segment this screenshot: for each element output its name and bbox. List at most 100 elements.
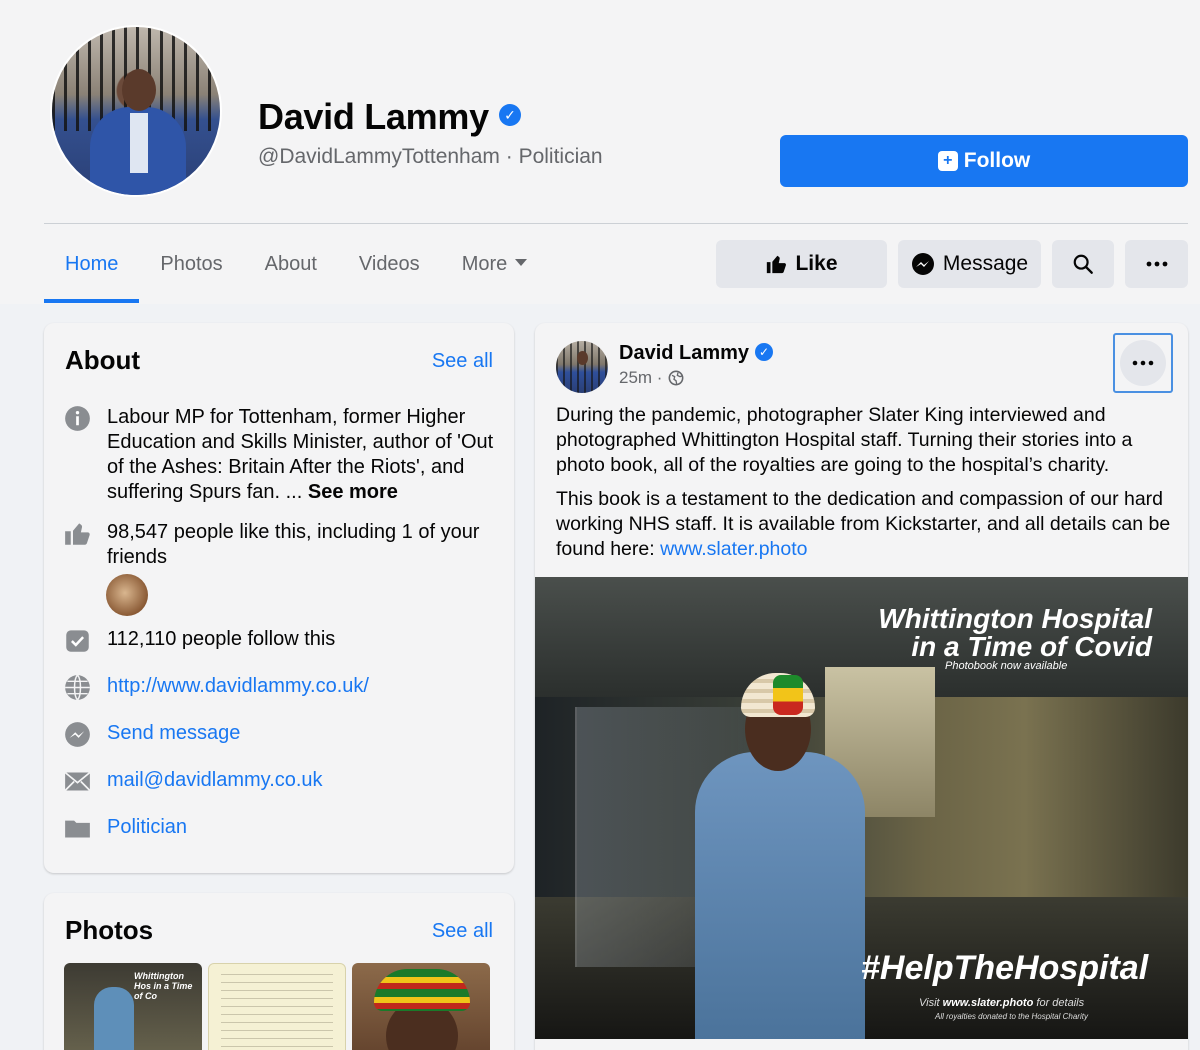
tab-photos[interactable]: Photos (139, 240, 243, 303)
about-intro-text: Labour MP for Tottenham, former Higher E… (107, 406, 494, 503)
post-author-avatar[interactable] (556, 341, 608, 393)
about-follows-text: 112,110 people follow this (107, 628, 336, 650)
avatar-head (577, 351, 588, 365)
image-subtitle: Photobook now available (945, 660, 1068, 672)
photo-thumbnail[interactable] (352, 963, 490, 1050)
photo-thumbnail[interactable] (208, 963, 346, 1050)
about-intro: Labour MP for Tottenham, former Higher E… (107, 405, 504, 505)
like-button[interactable]: Like (716, 240, 887, 288)
about-see-all-link[interactable]: See all (432, 350, 493, 373)
post-external-link[interactable]: www.slater.photo (660, 538, 807, 560)
about-likes-text: 98,547 people like this, including 1 of … (107, 521, 480, 568)
photo-hat (374, 969, 470, 1011)
hat-stripes (773, 675, 803, 715)
friend-avatar[interactable] (106, 574, 148, 616)
photo-thumbnail[interactable]: Whittington Hos in a Time of Co (64, 963, 202, 1050)
follow-plus-icon: + (937, 151, 958, 171)
search-button[interactable] (1052, 240, 1114, 288)
post-paragraph-2-text: This book is a testament to the dedicati… (556, 488, 1171, 560)
image-title-line-1: Whittington Hospital (878, 603, 1152, 634)
messenger-icon (911, 253, 934, 275)
tab-more[interactable]: More (441, 240, 549, 303)
category-link[interactable]: Politician (107, 815, 504, 842)
about-website-row: http://www.davidlammy.co.uk/ (64, 674, 504, 701)
follow-label: Follow (963, 149, 1031, 172)
tab-more-label: More (461, 253, 508, 275)
post-time[interactable]: 25m · (619, 368, 662, 388)
category-folder-icon (64, 815, 91, 842)
about-category-row: Politician (64, 815, 504, 842)
avatar-railing (556, 341, 608, 393)
person-scrubs (695, 752, 865, 1039)
post-options-circle (1120, 340, 1166, 386)
image-title: Whittington Hospital in a Time of Covid (878, 605, 1152, 661)
envelope-icon (64, 768, 91, 795)
verified-badge-icon: ✓ (755, 342, 774, 361)
tab-home[interactable]: Home (44, 240, 140, 303)
tab-about[interactable]: About (244, 240, 338, 303)
tab-videos-label: Videos (358, 253, 420, 275)
globe-icon (64, 674, 91, 701)
caret-down-icon (515, 259, 528, 267)
shirt (130, 113, 148, 173)
about-likes-row: 98,547 people like this, including 1 of … (64, 520, 504, 570)
email-link[interactable]: mail@davidlammy.co.uk (107, 768, 504, 795)
photos-title: Photos (65, 915, 154, 945)
ellipsis-icon (1132, 360, 1154, 366)
like-label: Like (795, 252, 838, 275)
follow-button[interactable]: + Follow (780, 135, 1188, 187)
page-tabs: Home Photos About Videos More (44, 240, 548, 303)
message-label: Message (942, 252, 1029, 275)
about-intro-row: Labour MP for Tottenham, former Higher E… (64, 405, 504, 505)
image-visit-pre: Visit (919, 997, 940, 1009)
tab-home-label: Home (65, 253, 119, 275)
post-paragraph-1: During the pandemic, photographer Slater… (556, 404, 1133, 476)
about-title: About (65, 345, 141, 375)
photos-card: Photos See all Whittington Hos in a Time… (44, 893, 514, 1050)
tab-about-label: About (264, 253, 317, 275)
image-visit-link: www.slater.photo (942, 997, 1034, 1009)
more-options-button[interactable] (1125, 240, 1188, 288)
page-name-text: David Lammy (258, 96, 489, 137)
image-royalties-note: All royalties donated to the Hospital Ch… (935, 1012, 1088, 1021)
image-visit-post: for details (1036, 997, 1085, 1009)
post-meta: 25m · (619, 368, 684, 388)
post-paragraph-2: This book is a testament to the dedicati… (556, 487, 1176, 562)
about-email-row: mail@davidlammy.co.uk (64, 768, 504, 795)
website-link[interactable]: http://www.davidlammy.co.uk/ (107, 674, 504, 701)
follow-checkbox-icon (64, 627, 91, 654)
post-image[interactable]: Whittington Hospital in a Time of Covid … (535, 577, 1188, 1039)
post-author: David Lammy ✓ (619, 342, 774, 365)
thumbs-up-icon (64, 520, 91, 547)
tab-videos[interactable]: Videos (338, 240, 441, 303)
head (122, 69, 156, 111)
verified-badge-icon: ✓ (498, 104, 521, 127)
post-card: David Lammy ✓ 25m · During the pandemic, … (535, 323, 1188, 1050)
page-header: David Lammy ✓ @DavidLammyTottenham · Poli… (0, 0, 1200, 304)
about-message-row: Send message (64, 721, 504, 748)
post-options-button[interactable] (1113, 333, 1173, 393)
photo-grid: Whittington Hos in a Time of Co (64, 963, 490, 1050)
tab-photos-label: Photos (160, 253, 223, 275)
post-author-name[interactable]: David Lammy (619, 342, 749, 364)
page-title: David Lammy ✓ (258, 96, 521, 138)
see-more-link[interactable]: See more (308, 481, 398, 503)
photos-see-all-link[interactable]: See all (432, 920, 493, 943)
profile-picture[interactable] (50, 25, 222, 197)
message-button[interactable]: Message (898, 240, 1041, 288)
photo-caption: Whittington Hos in a Time of Co (134, 971, 193, 1001)
messenger-icon (64, 721, 91, 748)
send-message-link[interactable]: Send message (107, 721, 504, 748)
info-icon (64, 405, 91, 432)
image-hashtag: #HelpTheHospital (861, 949, 1149, 987)
image-visit-line: Visit www.slater.photo for details (919, 997, 1084, 1009)
globe-icon (669, 370, 684, 386)
image-title-line-2: in a Time of Covid (911, 631, 1152, 662)
about-follows-row: 112,110 people follow this (64, 627, 504, 654)
ellipsis-icon (1146, 261, 1167, 267)
page-handle: @DavidLammyTottenham · Politician (258, 145, 603, 168)
thumbs-up-icon (767, 255, 787, 274)
letter-text-lines (221, 974, 333, 1050)
search-icon (1073, 254, 1093, 274)
photo-figure (94, 987, 134, 1050)
